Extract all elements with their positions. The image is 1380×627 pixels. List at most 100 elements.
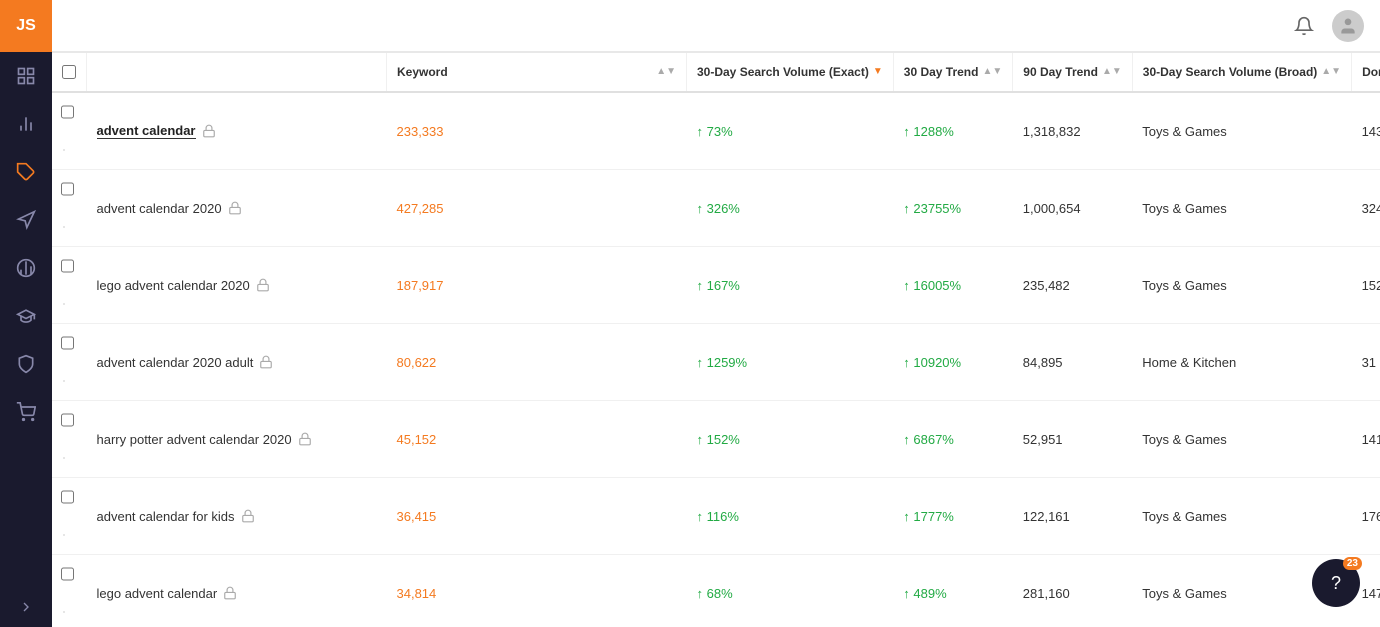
volume-broad-sort-icon: ▲▼: [1321, 67, 1341, 77]
row-trend30-cell: ↑ 1259%: [687, 324, 894, 401]
keyword-text[interactable]: advent calendar for kids: [97, 509, 235, 524]
chat-bubble[interactable]: 23 ?: [1312, 559, 1360, 607]
trend-90-value: ↑ 10920%: [903, 355, 1003, 370]
row-trend30-cell: ↑ 68%: [687, 555, 894, 627]
avatar[interactable]: [1332, 10, 1364, 42]
row-volume-exact-cell: 233,333: [387, 92, 687, 170]
row-checkbox[interactable]: [61, 105, 74, 119]
row-trend90-cell: ↑ 23755%: [893, 170, 1013, 247]
keyword-table-wrapper: Keyword ▲▼ 30-Day Search Volume (Exact) …: [52, 52, 1380, 627]
trend-30-value: ↑ 68%: [697, 586, 884, 601]
row-expand-cell[interactable]: [52, 208, 76, 246]
row-volume-broad-cell: 84,895: [1013, 324, 1133, 401]
chat-icon: ?: [1331, 573, 1341, 594]
row-keyword-cell: advent calendar for kids: [87, 478, 387, 555]
row-checkbox-cell[interactable]: [52, 247, 82, 285]
sidebar-bottom: [0, 587, 52, 627]
row-keyword-cell: advent calendar 2020: [87, 170, 387, 247]
row-dominant-category-cell: Toys & Games: [1132, 247, 1351, 324]
trend-90-value: ↑ 16005%: [903, 278, 1003, 293]
row-checkbox-cell[interactable]: [52, 555, 82, 593]
sidebar-item-reports[interactable]: [0, 244, 52, 292]
row-checkbox-cell[interactable]: [52, 401, 82, 439]
row-checkbox-cell[interactable]: [52, 478, 82, 516]
row-volume-broad-cell: 52,951: [1013, 401, 1133, 478]
keyword-text[interactable]: harry potter advent calendar 2020: [97, 432, 292, 447]
row-checkbox[interactable]: [61, 259, 74, 273]
keyword-text[interactable]: advent calendar 2020 adult: [97, 355, 254, 370]
keyword-text[interactable]: advent calendar 2020: [97, 201, 222, 216]
lock-icon: [241, 509, 255, 523]
sidebar-item-analytics[interactable]: [0, 100, 52, 148]
row-trend90-cell: ↑ 1777%: [893, 478, 1013, 555]
th-expand: [87, 53, 387, 92]
topbar: [52, 0, 1380, 52]
trend90-sort-icon: ▲▼: [1102, 67, 1122, 77]
table-header-row: Keyword ▲▼ 30-Day Search Volume (Exact) …: [52, 53, 1380, 92]
sidebar-item-cart[interactable]: [0, 388, 52, 436]
keyword-text[interactable]: advent calendar: [97, 123, 196, 139]
keyword-text[interactable]: lego advent calendar: [97, 586, 218, 601]
select-all-checkbox[interactable]: [62, 65, 76, 79]
row-checkbox-cell[interactable]: [52, 170, 82, 208]
row-checkbox[interactable]: [61, 413, 74, 427]
row-dominant-category-cell: Home & Kitchen: [1132, 324, 1351, 401]
row-trend90-cell: ↑ 1288%: [893, 92, 1013, 170]
user-avatar: [1332, 10, 1364, 42]
row-expand-cell[interactable]: [52, 439, 76, 477]
row-keyword-cell: lego advent calendar 2020: [87, 247, 387, 324]
sidebar-item-shield[interactable]: [0, 340, 52, 388]
row-volume-broad-cell: 122,161: [1013, 478, 1133, 555]
lock-icon: [223, 586, 237, 600]
row-expand-cell[interactable]: [52, 285, 76, 323]
trend-30-value: ↑ 73%: [697, 124, 884, 139]
sidebar-item-education[interactable]: [0, 292, 52, 340]
row-volume-exact-cell: 34,814: [387, 555, 687, 627]
table-row: lego advent calendar34,814↑ 68%↑ 489%281…: [52, 555, 1380, 627]
row-checkbox[interactable]: [61, 490, 74, 504]
trend-30-value: ↑ 1259%: [697, 355, 884, 370]
trend30-sort-icon: ▲▼: [982, 67, 1002, 77]
row-volume-exact-cell: 187,917: [387, 247, 687, 324]
table-row: advent calendar for kids36,415↑ 116%↑ 17…: [52, 478, 1380, 555]
trend-90-value: ↑ 1288%: [903, 124, 1003, 139]
row-trend30-cell: ↑ 152%: [687, 401, 894, 478]
row-dominant-category-cell: Toys & Games: [1132, 401, 1351, 478]
th-volume-exact[interactable]: 30-Day Search Volume (Exact) ▼: [687, 53, 894, 92]
trend-90-value: ↑ 489%: [903, 586, 1003, 601]
table-row: advent calendar 2020 adult80,622↑ 1259%↑…: [52, 324, 1380, 401]
sidebar-item-keywords[interactable]: [0, 148, 52, 196]
row-expand-cell[interactable]: [52, 593, 76, 627]
row-checkbox[interactable]: [61, 567, 74, 581]
row-volume-broad-cell: 1,318,832: [1013, 92, 1133, 170]
row-trend30-cell: ↑ 116%: [687, 478, 894, 555]
row-checkbox-cell[interactable]: [52, 93, 82, 131]
th-trend-90[interactable]: 90 Day Trend ▲▼: [1013, 53, 1133, 92]
th-dominant-category[interactable]: Dominant Category ▲▼: [1352, 53, 1380, 92]
trend-30-value: ↑ 326%: [697, 201, 884, 216]
th-checkbox[interactable]: [52, 53, 87, 92]
sidebar-expand[interactable]: [0, 587, 52, 627]
row-trend90-cell: ↑ 489%: [893, 555, 1013, 627]
row-keyword-cell: harry potter advent calendar 2020: [87, 401, 387, 478]
sidebar-item-campaigns[interactable]: [0, 196, 52, 244]
keyword-text[interactable]: lego advent calendar 2020: [97, 278, 250, 293]
row-checkbox[interactable]: [61, 182, 74, 196]
lock-icon: [228, 201, 242, 215]
row-checkbox-cell[interactable]: [52, 324, 82, 362]
row-trend30-cell: ↑ 73%: [687, 92, 894, 170]
sidebar-item-dashboard[interactable]: [0, 52, 52, 100]
row-expand-cell[interactable]: [52, 362, 76, 400]
row-dominant-category-cell: Toys & Games: [1132, 478, 1351, 555]
sidebar-logo: JS: [0, 0, 52, 52]
row-expand-cell[interactable]: [52, 516, 76, 554]
th-volume-broad[interactable]: 30-Day Search Volume (Broad) ▲▼: [1132, 53, 1351, 92]
row-trend30-cell: ↑ 326%: [687, 170, 894, 247]
row-checkbox[interactable]: [61, 336, 74, 350]
th-trend-30[interactable]: 30 Day Trend ▲▼: [893, 53, 1013, 92]
notification-icon[interactable]: [1288, 10, 1320, 42]
trend-30-value: ↑ 152%: [697, 432, 884, 447]
row-expand-cell[interactable]: [52, 131, 76, 169]
th-keyword[interactable]: Keyword ▲▼: [387, 53, 687, 92]
trend-90-value: ↑ 1777%: [903, 509, 1003, 524]
